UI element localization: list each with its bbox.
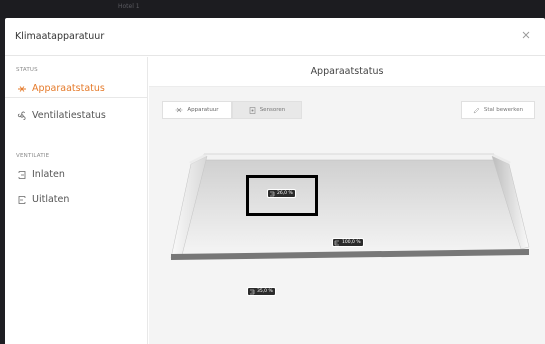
background-tab-text: Hotel 1 bbox=[118, 3, 140, 10]
fan-icon bbox=[175, 107, 183, 113]
sidebar-section-status: STATUS bbox=[16, 67, 38, 73]
main-header: Apparaatstatus bbox=[149, 57, 545, 87]
sidebar-item-apparaatstatus[interactable]: Apparaatstatus bbox=[5, 80, 148, 98]
sidebar-item-uitlaten[interactable]: Uitlaten bbox=[5, 191, 148, 209]
outlet-icon bbox=[334, 240, 339, 245]
sensor-icon bbox=[249, 106, 255, 114]
highlight-box bbox=[246, 175, 318, 216]
tab-apparatuur[interactable]: Apparatuur bbox=[162, 101, 232, 119]
dialog-title: Klimaatapparatuur bbox=[15, 31, 105, 42]
outlet-icon bbox=[18, 196, 26, 204]
climate-dialog: Klimaatapparatuur STATUS Apparaatstatus … bbox=[5, 18, 545, 344]
main-panel: Apparaatstatus Apparatuur Sensoren Stal … bbox=[149, 57, 545, 344]
stable-3d-view: 26,0 % 100,0 % 35,0 % bbox=[149, 127, 545, 344]
stable-model bbox=[170, 153, 530, 260]
edit-stable-button[interactable]: Stal bewerken bbox=[461, 101, 535, 119]
sidebar-section-ventilatie: VENTILATIE bbox=[16, 153, 50, 159]
sensor-badge[interactable]: 100,0 % bbox=[332, 238, 364, 247]
edit-button-label: Stal bewerken bbox=[483, 107, 524, 113]
edit-icon bbox=[473, 107, 480, 113]
sidebar-item-label: Ventilatiestatus bbox=[32, 110, 106, 121]
tab-label: Sensoren bbox=[259, 107, 286, 113]
sidebar: STATUS Apparaatstatus Ventilatiestatus V… bbox=[5, 57, 148, 344]
sidebar-item-inlaten[interactable]: Inlaten bbox=[5, 166, 148, 184]
tab-sensoren[interactable]: Sensoren bbox=[232, 101, 302, 119]
close-icon[interactable] bbox=[520, 29, 532, 41]
sidebar-item-label: Inlaten bbox=[32, 169, 65, 180]
stable-back-wall bbox=[203, 153, 495, 161]
fan-outline-icon bbox=[18, 86, 26, 92]
dialog-header: Klimaatapparatuur bbox=[5, 18, 545, 56]
tab-label: Apparatuur bbox=[187, 107, 219, 113]
view-tabs: Apparatuur Sensoren bbox=[162, 101, 302, 119]
sidebar-item-label: Uitlaten bbox=[32, 194, 70, 205]
sidebar-item-label: Apparaatstatus bbox=[32, 83, 105, 94]
ventilation-icon bbox=[17, 111, 26, 120]
page-title: Apparaatstatus bbox=[310, 66, 384, 77]
app-background-bar: Hotel 1 bbox=[0, 0, 545, 18]
inlet-icon bbox=[250, 289, 255, 294]
sensor-badge[interactable]: 35,0 % bbox=[247, 287, 276, 296]
badge-value: 100,0 % bbox=[342, 240, 361, 245]
badge-value: 35,0 % bbox=[257, 289, 273, 294]
sidebar-item-ventilatiestatus[interactable]: Ventilatiestatus bbox=[5, 107, 148, 125]
inlet-icon bbox=[18, 171, 26, 179]
